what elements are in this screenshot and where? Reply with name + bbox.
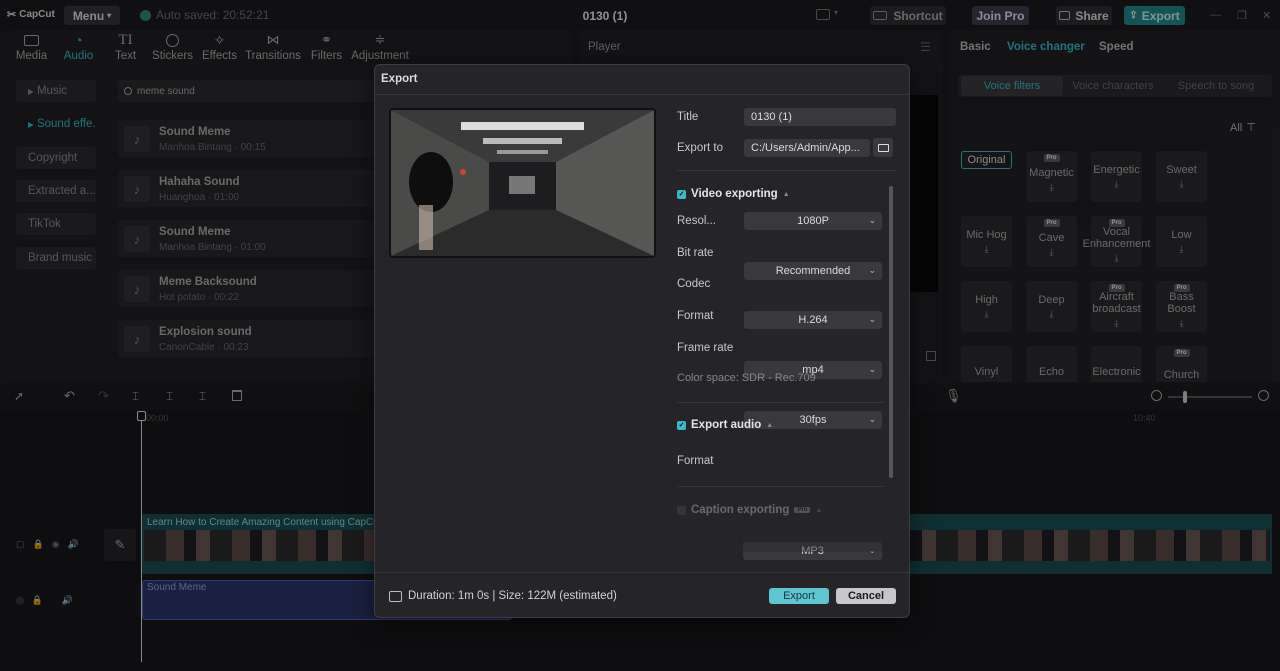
color-space-info: Color space: SDR - Rec.709 [677, 372, 816, 384]
chevron-down-icon: ⌄ [868, 265, 876, 275]
resolution-value: 1080P [797, 215, 829, 227]
export-preview-thumbnail [389, 108, 656, 258]
resolution-select[interactable]: 1080P ⌄ [744, 212, 882, 230]
chevron-up-icon: ▲ [815, 506, 823, 514]
divider [375, 94, 909, 95]
checkbox-checked-icon[interactable]: ✓ [677, 189, 686, 199]
checkbox-unchecked-icon[interactable] [677, 505, 686, 515]
chevron-down-icon: ⌄ [868, 314, 876, 324]
dialog-title: Export [381, 73, 418, 85]
divider [677, 402, 884, 403]
bitrate-value: Recommended [775, 265, 851, 277]
divider [375, 572, 909, 573]
title-input[interactable]: 0130 (1) [744, 108, 896, 126]
export-button[interactable]: Export [769, 588, 829, 604]
caption-exporting-toggle[interactable]: Caption exporting Pro ▲ [677, 504, 822, 516]
chevron-down-icon: ⌄ [868, 414, 876, 424]
divider [677, 170, 896, 171]
film-icon [389, 590, 402, 602]
export-audio-toggle[interactable]: ✓ Export audio ▲ [677, 419, 773, 431]
format-label: Format [677, 310, 714, 322]
framerate-value: 30fps [799, 414, 827, 426]
checkbox-checked-icon[interactable]: ✓ [677, 420, 686, 430]
video-section-title: Video exporting [691, 188, 778, 200]
duration-size-text: Duration: 1m 0s | Size: 122M (estimated) [408, 590, 617, 602]
chevron-down-icon: ⌄ [868, 364, 876, 374]
caption-section-title: Caption exporting [691, 504, 790, 516]
framerate-label: Frame rate [677, 342, 734, 354]
chevron-up-icon: ▲ [782, 190, 790, 198]
export-path-input[interactable]: C:/Users/Admin/App... [744, 139, 870, 157]
bitrate-label: Bit rate [677, 247, 714, 259]
pro-badge: Pro [794, 507, 811, 513]
resolution-label: Resol... [677, 215, 716, 227]
video-exporting-toggle[interactable]: ✓ Video exporting ▲ [677, 188, 790, 200]
codec-value: H.264 [798, 314, 828, 326]
title-label: Title [677, 111, 699, 123]
bitrate-select[interactable]: Recommended ⌄ [744, 262, 882, 280]
caption-format-select-disabled [743, 536, 882, 552]
cancel-button[interactable]: Cancel [836, 588, 896, 604]
dialog-scrollbar[interactable] [889, 186, 893, 478]
chevron-down-icon: ⌄ [868, 215, 876, 225]
audio-format-label: Format [677, 455, 714, 467]
export-to-label: Export to [677, 142, 724, 154]
codec-label: Codec [677, 278, 711, 290]
divider [677, 486, 884, 487]
export-summary: Duration: 1m 0s | Size: 122M (estimated) [389, 590, 617, 602]
chevron-up-icon: ▲ [766, 421, 774, 429]
codec-select[interactable]: H.264 ⌄ [744, 311, 882, 329]
audio-section-title: Export audio [691, 419, 762, 431]
browse-folder-button[interactable] [873, 138, 893, 157]
folder-icon [877, 143, 889, 152]
